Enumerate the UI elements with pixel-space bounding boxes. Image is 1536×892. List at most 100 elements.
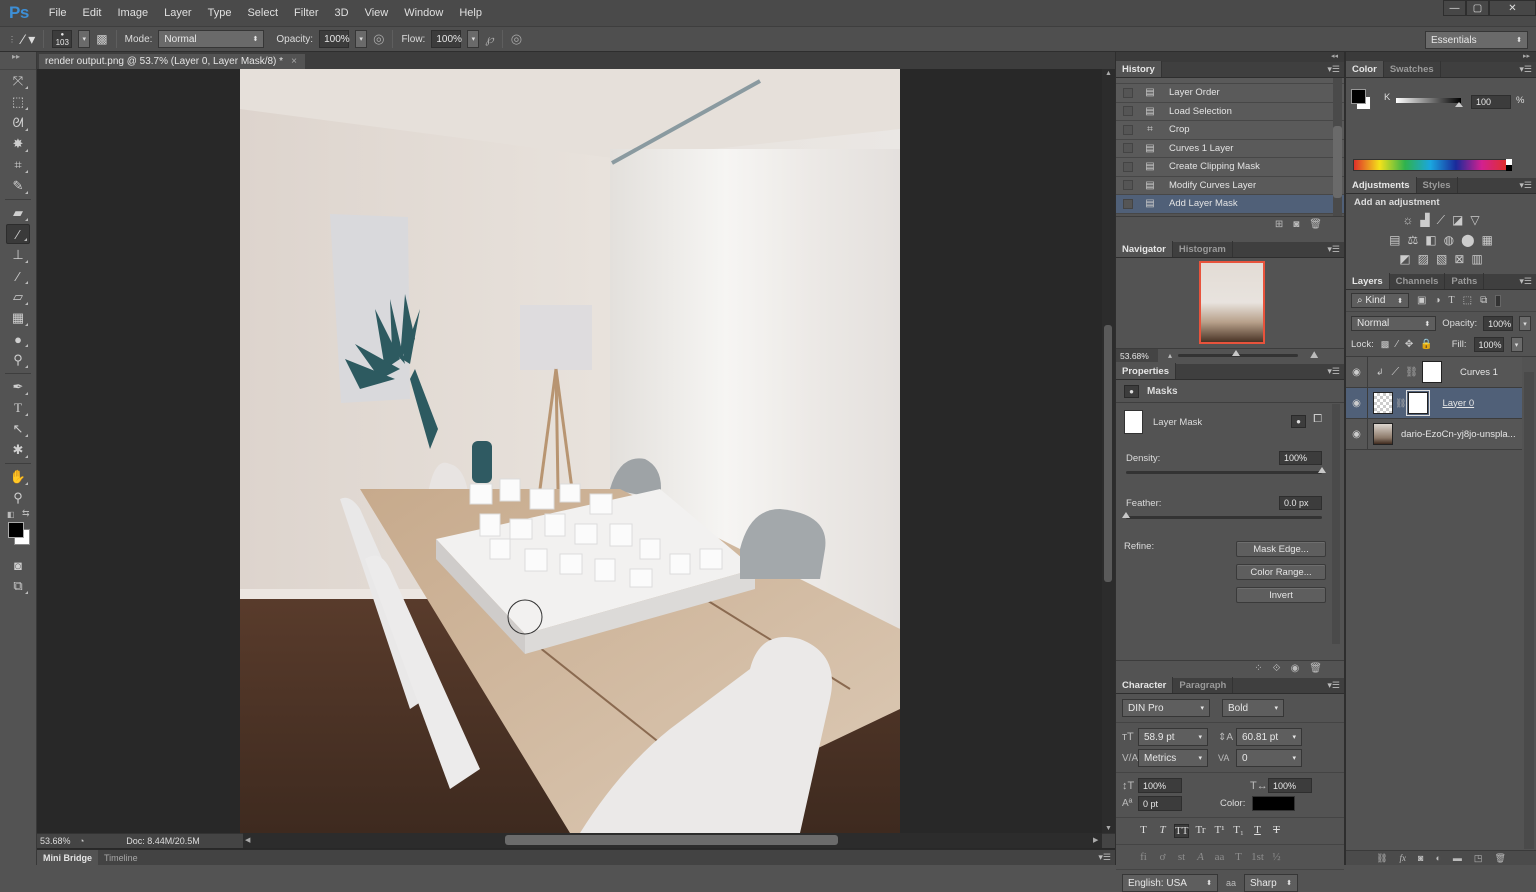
leading-select[interactable]: 60.81 pt ▾ — [1236, 728, 1302, 746]
invert-button[interactable]: Invert — [1236, 587, 1326, 603]
mode-select[interactable]: Normal ⬍ — [158, 30, 265, 48]
ramp-black[interactable] — [1506, 165, 1512, 171]
menu-view[interactable]: View — [357, 7, 397, 19]
history-snapshot-checkbox[interactable] — [1123, 161, 1133, 172]
baseline-shift-input[interactable]: 0 pt — [1138, 796, 1182, 811]
close-document-icon[interactable]: × — [291, 56, 297, 67]
blur-tool-icon[interactable]: ● — [6, 329, 30, 349]
brush-size-picker[interactable]: ● 103 — [52, 30, 73, 48]
navigator-zoom-knob[interactable] — [1231, 350, 1240, 356]
font-style-select[interactable]: Bold ▾ — [1222, 699, 1284, 717]
titling-alternates-button[interactable]: T — [1231, 851, 1246, 863]
brush-size-dropdown[interactable]: ▾ — [78, 30, 91, 48]
color-lookup-icon[interactable]: ▦ — [1482, 233, 1493, 247]
properties-menu-icon[interactable]: ▾☰ — [1327, 366, 1340, 377]
tools-collapse-icon[interactable]: ▸▸ — [0, 52, 36, 70]
layer-opacity-input[interactable]: 100% — [1483, 316, 1514, 331]
tab-timeline[interactable]: Timeline — [98, 850, 144, 865]
status-info-icon[interactable]: ◔ — [79, 836, 93, 846]
history-item[interactable]: ▤ Curves 1 Layer — [1116, 139, 1344, 158]
ordinals-button[interactable]: 1st — [1250, 851, 1265, 863]
bottom-panel-menu-icon[interactable]: ▾☰ — [1098, 852, 1111, 863]
old-style-button[interactable]: ơ — [1155, 851, 1170, 863]
adjustment-mask-thumbnail[interactable] — [1421, 361, 1442, 383]
add-layer-mask-icon[interactable]: ◙ — [1418, 853, 1423, 863]
layer-mask-thumbnail[interactable] — [1124, 410, 1143, 434]
lock-image-icon[interactable]: ⁄ — [1396, 339, 1398, 350]
opacity-input[interactable]: 100% — [319, 30, 350, 48]
new-group-folder-icon[interactable]: ▬ — [1453, 853, 1462, 863]
character-menu-icon[interactable]: ▾☰ — [1327, 680, 1340, 691]
opacity-dropdown[interactable]: ▾ — [355, 30, 368, 48]
history-scrollbar[interactable] — [1333, 78, 1342, 216]
selective-color-icon[interactable]: ⊠ — [1454, 252, 1464, 266]
layer-name[interactable]: Layer 0 — [1442, 398, 1474, 409]
tab-mini-bridge[interactable]: Mini Bridge — [37, 850, 98, 865]
menu-layer[interactable]: Layer — [156, 7, 200, 19]
layer-row-layer-0[interactable]: ◉ ⛓ Layer 0 — [1346, 388, 1522, 419]
link-layers-icon[interactable]: ⛓ — [1376, 853, 1387, 864]
lasso-tool-icon[interactable]: ᘛ — [6, 113, 30, 133]
brightness-contrast-icon[interactable]: ☼ — [1402, 213, 1413, 228]
lock-position-icon[interactable]: ✥ — [1405, 339, 1413, 350]
posterize-icon[interactable]: ▨ — [1418, 252, 1429, 266]
type-tool-icon[interactable]: T — [6, 398, 30, 418]
color-menu-icon[interactable]: ▾☰ — [1519, 64, 1532, 75]
blend-mode-select[interactable]: Normal ⬍ — [1351, 316, 1437, 331]
new-adjustment-layer-icon[interactable]: ◐ — [1435, 853, 1440, 863]
history-item-selected[interactable]: ▤ Add Layer Mask — [1116, 195, 1344, 214]
history-item[interactable]: ▤ Load Selection — [1116, 102, 1344, 121]
mask-edge-button[interactable]: Mask Edge... — [1236, 541, 1326, 557]
workspace-select[interactable]: Essentials ⬍ — [1425, 31, 1528, 49]
history-snapshot-checkbox[interactable] — [1123, 106, 1133, 117]
eraser-tool-icon[interactable]: ▱ — [6, 287, 30, 307]
history-item[interactable]: ▤ Modify Curves Layer — [1116, 176, 1344, 195]
menu-file[interactable]: File — [41, 7, 75, 19]
pressure-opacity-icon[interactable]: ◎ — [373, 31, 384, 47]
filter-pixel-icon[interactable]: ▣ — [1417, 295, 1426, 306]
swap-colors-icon[interactable]: ⇆ — [22, 508, 30, 519]
stylistic-alternates-button[interactable]: aa — [1212, 851, 1227, 863]
tab-styles[interactable]: Styles — [1417, 177, 1458, 193]
filter-adjustment-icon[interactable]: ◑ — [1434, 295, 1440, 306]
tab-paragraph[interactable]: Paragraph — [1173, 677, 1234, 693]
hand-tool-icon[interactable]: ✋ — [6, 467, 30, 487]
default-colors-icon[interactable]: ◧ — [7, 510, 15, 519]
brush-preset-icon[interactable]: ⁄ ▾ — [22, 31, 35, 48]
hue-saturation-icon[interactable]: ▤ — [1389, 233, 1400, 247]
fill-input[interactable]: 100% — [1473, 337, 1504, 352]
filter-toggle[interactable] — [1495, 294, 1502, 307]
menu-image[interactable]: Image — [110, 7, 157, 19]
history-brush-tool-icon[interactable]: ⁄ — [6, 266, 30, 286]
document-tab[interactable]: render output.png @ 53.7% (Layer 0, Laye… — [39, 54, 305, 69]
history-snapshot-checkbox[interactable] — [1123, 180, 1133, 191]
faux-italic-button[interactable]: T — [1155, 824, 1170, 838]
status-zoom[interactable]: 53.68% — [37, 836, 79, 846]
load-selection-from-mask-icon[interactable]: ⁘ — [1254, 663, 1262, 674]
horizontal-scroll-thumb[interactable] — [505, 835, 838, 845]
feather-slider[interactable] — [1122, 512, 1322, 519]
visibility-eye-icon[interactable]: ◉ — [1346, 388, 1368, 418]
delete-mask-icon[interactable]: 🗑 — [1309, 663, 1322, 674]
pen-tool-icon[interactable]: ✒ — [6, 377, 30, 397]
menu-type[interactable]: Type — [200, 7, 240, 19]
filter-shape-icon[interactable]: ⬚ — [1463, 295, 1472, 306]
layer-filter-select[interactable]: ⌕ Kind ⬍ — [1351, 293, 1409, 308]
close-window-button[interactable]: ✕ — [1489, 0, 1536, 16]
layer-row-curves[interactable]: ◉ ↲ ⟋ ⛓ Curves 1 — [1346, 357, 1522, 388]
tab-properties[interactable]: Properties — [1116, 363, 1176, 379]
brush-tool-icon[interactable]: ⁄ — [6, 224, 30, 244]
navigator-zoom-input[interactable]: 53.68% — [1116, 349, 1158, 362]
quick-select-tool-icon[interactable]: ✸ — [6, 134, 30, 154]
layers-menu-icon[interactable]: ▾☰ — [1519, 276, 1532, 287]
gradient-map-icon[interactable]: ▥ — [1471, 252, 1482, 266]
menu-filter[interactable]: Filter — [286, 7, 326, 19]
smart-object-thumbnail[interactable] — [1373, 423, 1393, 445]
density-input[interactable]: 100% — [1279, 451, 1322, 465]
feather-input[interactable]: 0.0 px — [1279, 496, 1322, 510]
navigator-zoom-slider[interactable] — [1178, 350, 1299, 357]
tab-history[interactable]: History — [1116, 61, 1162, 77]
layer-thumbnail[interactable] — [1373, 392, 1393, 414]
density-slider-knob[interactable] — [1318, 467, 1326, 473]
link-icon[interactable]: ⛓ — [1395, 398, 1406, 409]
